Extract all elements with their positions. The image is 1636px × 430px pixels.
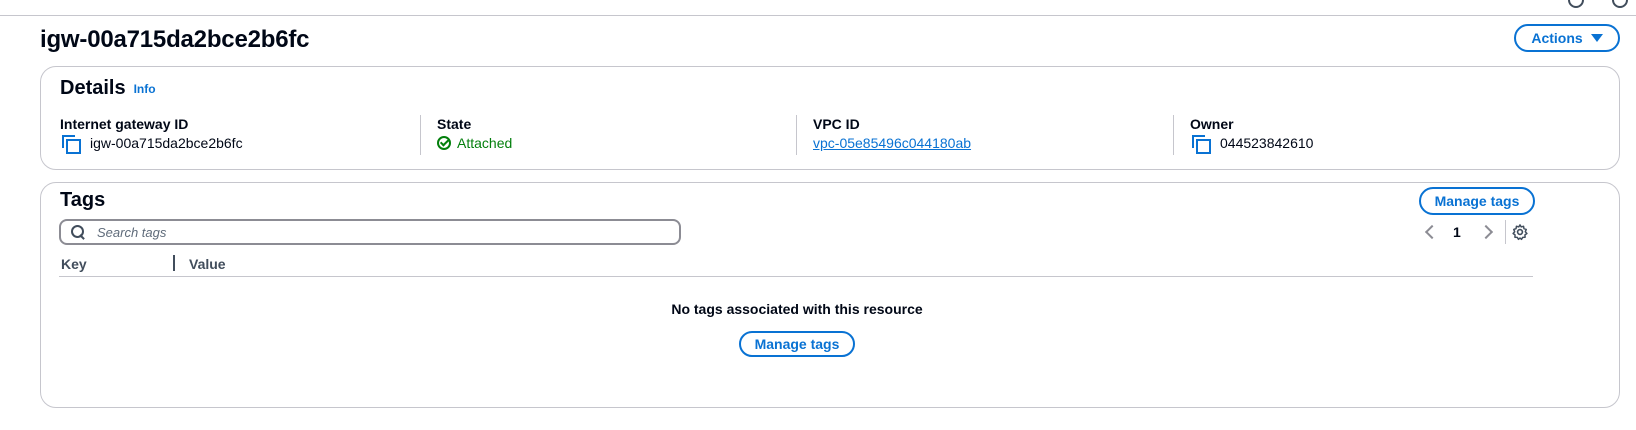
help-icon[interactable]: [1568, 0, 1584, 8]
state-value: Attached: [457, 135, 513, 151]
detail-label: VPC ID: [813, 116, 860, 132]
search-tags-field[interactable]: [59, 219, 681, 245]
page-number[interactable]: 1: [1453, 224, 1461, 240]
column-resize-handle[interactable]: [173, 255, 175, 271]
column-header-key[interactable]: Key: [61, 256, 87, 272]
tags-heading: Tags: [60, 189, 106, 211]
internet-gateway-id-value: igw-00a715da2bce2b6fc: [90, 135, 243, 151]
details-panel: Details Info Internet gateway ID igw-00a7…: [40, 66, 1620, 170]
tags-panel: Tags Manage tags 1 Key Value No tags ass…: [40, 182, 1620, 408]
gear-icon[interactable]: [1511, 223, 1529, 241]
settings-icon[interactable]: [1612, 0, 1628, 8]
detail-internet-gateway-id: Internet gateway ID igw-00a715da2bce2b6f…: [60, 115, 420, 155]
manage-tags-empty-button[interactable]: Manage tags: [739, 331, 855, 357]
actions-button[interactable]: Actions: [1514, 24, 1620, 52]
chevron-right-icon[interactable]: [1478, 224, 1493, 240]
detail-state: State Attached: [420, 115, 797, 155]
top-nav-edge: [0, 0, 1636, 16]
actions-button-label: Actions: [1531, 30, 1583, 46]
details-heading: Details Info: [60, 77, 156, 100]
search-icon: [71, 225, 85, 239]
info-link[interactable]: Info: [134, 82, 156, 96]
check-circle-icon: [437, 136, 451, 150]
state-status: Attached: [437, 133, 797, 153]
empty-state-message: No tags associated with this resource: [671, 301, 923, 317]
detail-label: State: [437, 116, 472, 132]
manage-tags-button[interactable]: Manage tags: [1419, 187, 1535, 215]
table-header: Key Value: [59, 253, 1533, 277]
detail-label: Owner: [1190, 116, 1234, 132]
detail-vpc-id: VPC ID vpc-05e85496c044180ab: [796, 115, 1173, 155]
copy-icon[interactable]: [60, 134, 81, 154]
detail-value: igw-00a715da2bce2b6fc: [60, 133, 420, 154]
vpc-id-link[interactable]: vpc-05e85496c044180ab: [813, 133, 971, 153]
detail-label: Internet gateway ID: [60, 116, 189, 132]
column-header-value[interactable]: Value: [189, 256, 226, 272]
details-heading-text: Details: [60, 77, 126, 99]
copy-icon[interactable]: [1190, 134, 1211, 154]
chevron-left-icon[interactable]: [1424, 224, 1440, 240]
owner-value: 044523842610: [1220, 135, 1314, 151]
top-utility-icons: [1568, 0, 1628, 8]
detail-owner: Owner 044523842610: [1173, 115, 1553, 155]
pagination: 1: [1419, 220, 1506, 244]
search-input[interactable]: [95, 223, 655, 241]
page-title: igw-00a715da2bce2b6fc: [40, 26, 310, 53]
detail-value: vpc-05e85496c044180ab: [813, 133, 1173, 153]
caret-down-icon: [1590, 34, 1603, 42]
pager-divider: [1504, 220, 1506, 244]
detail-value: 044523842610: [1190, 133, 1553, 154]
